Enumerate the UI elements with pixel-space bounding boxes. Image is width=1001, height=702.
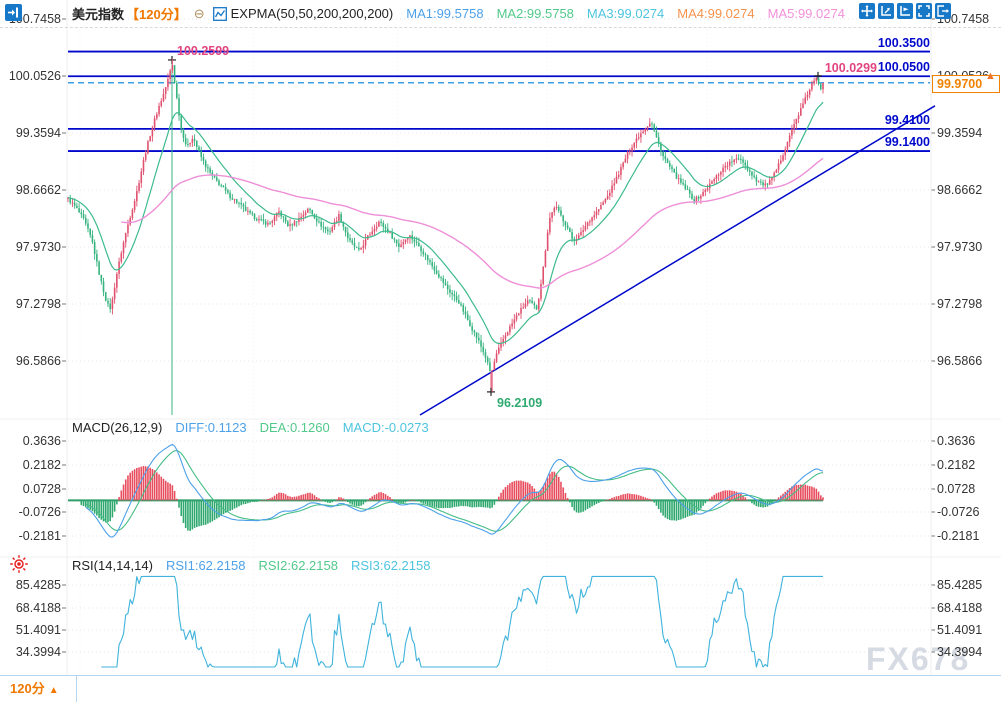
main-axis-label: 97.2798 [3, 297, 61, 311]
macd-name: MACD(26,12,9) [72, 420, 162, 435]
main-axis-label: 97.9730 [3, 240, 61, 254]
macd-value: DEA:0.1260 [260, 420, 330, 435]
ma-value: MA3:99.0274 [587, 6, 664, 21]
chart-application: FX678 美元指数 【120分】 ⊖ EXPMA(50,50,200,200,… [0, 0, 1001, 702]
macd-value: DIFF:0.1123 [175, 420, 246, 435]
macd-axis-label: 0.2182 [937, 458, 975, 472]
macd-axis-label: 0.2182 [3, 458, 61, 472]
timeframe-selector[interactable]: 120分 ▲ [0, 676, 77, 702]
rsi-axis-label: 85.4285 [3, 578, 61, 592]
level-label: 99.1400 [885, 135, 930, 149]
rsi-header: RSI(14,14,14) RSI1:62.2158 RSI2:62.2158 RSI… [72, 558, 430, 573]
ma-value: MA5:99.0274 [768, 6, 845, 21]
main-axis-label: 98.6662 [3, 183, 61, 197]
main-axis-label: 97.2798 [937, 297, 982, 311]
indicator-collapse-icon[interactable]: ⊖ [194, 6, 205, 22]
alert-sun-icon[interactable] [9, 554, 29, 574]
rsi-name: RSI(14,14,14) [72, 558, 153, 573]
macd-axis-label: -0.0726 [937, 505, 979, 519]
rsi-axis-label: 85.4285 [937, 578, 982, 592]
ma-value: MA1:99.5758 [406, 6, 483, 21]
level-label: 100.0500 [878, 60, 930, 74]
macd-axis-label: -0.0726 [3, 505, 61, 519]
exit-icon[interactable] [935, 3, 951, 19]
macd-axis-label: 0.3636 [937, 434, 975, 448]
rsi-axis-label: 34.3994 [3, 645, 61, 659]
rsi-axis-label: 34.3994 [937, 645, 982, 659]
chart-flag-icon[interactable] [897, 3, 913, 19]
ma-value: MA4:99.0274 [677, 6, 754, 21]
timeframe-label: 【120分】 [126, 4, 187, 23]
rsi-value: RSI1:62.2158 [166, 558, 246, 573]
level-label: 99.4100 [885, 113, 930, 127]
macd-header: MACD(26,12,9) DIFF:0.1123 DEA:0.1260 MACD:-… [72, 420, 429, 435]
panel-toggle-icon[interactable] [5, 4, 22, 21]
macd-axis-label: 0.3636 [3, 434, 61, 448]
main-axis-label: 96.5866 [3, 354, 61, 368]
recent-high-marker-label: 100.0299 [825, 61, 877, 75]
move-icon[interactable] [859, 3, 875, 19]
main-axis-label: 99.3594 [3, 126, 61, 140]
main-axis-label: 96.5866 [937, 354, 982, 368]
bottom-bar: 120分▲ 07/1908/1209/0309/2510/17 [0, 675, 1001, 702]
line-chart-icon [213, 7, 227, 21]
macd-axis-label: -0.2181 [3, 529, 61, 543]
rsi-value: RSI3:62.2158 [351, 558, 431, 573]
rsi-axis-label: 51.4091 [937, 623, 982, 637]
instrument-title: 美元指数 [72, 4, 124, 23]
high-marker-label: 100.2599 [177, 44, 229, 58]
rsi-value: RSI2:62.2158 [258, 558, 338, 573]
macd-axis-label: 0.0728 [937, 482, 975, 496]
low-marker-label: 96.2109 [497, 396, 542, 410]
main-axis-label: 100.0526 [3, 69, 61, 83]
timeframe-arrow-icon: ▲ [49, 685, 59, 696]
price-up-arrow-icon: ▲ [985, 70, 996, 82]
main-axis-label: 97.9730 [937, 240, 982, 254]
fullscreen-icon[interactable] [916, 3, 932, 19]
rsi-axis-label: 68.4188 [3, 601, 61, 615]
main-axis-label: 99.3594 [937, 126, 982, 140]
main-axis-label: 98.6662 [937, 183, 982, 197]
ma-value: MA2:99.5758 [497, 6, 574, 21]
chart-header: 美元指数 【120分】 ⊖ EXPMA(50,50,200,200,200) M… [0, 0, 1001, 28]
macd-value: MACD:-0.0273 [343, 420, 429, 435]
chart-plot-area[interactable] [0, 0, 1001, 702]
indicator-name: EXPMA(50,50,200,200,200) [231, 6, 394, 21]
rsi-axis-label: 68.4188 [937, 601, 982, 615]
timeframe-value: 120分 [10, 681, 45, 696]
rsi-axis-label: 51.4091 [3, 623, 61, 637]
macd-axis-label: 0.0728 [3, 482, 61, 496]
chart-toolbar [859, 3, 951, 19]
macd-axis-label: -0.2181 [937, 529, 979, 543]
axis-frame-icon[interactable] [878, 3, 894, 19]
ma-values: MA1:99.5758 MA2:99.5758 MA3:99.0274 MA4:99.… [393, 6, 845, 21]
level-label: 100.3500 [878, 36, 930, 50]
